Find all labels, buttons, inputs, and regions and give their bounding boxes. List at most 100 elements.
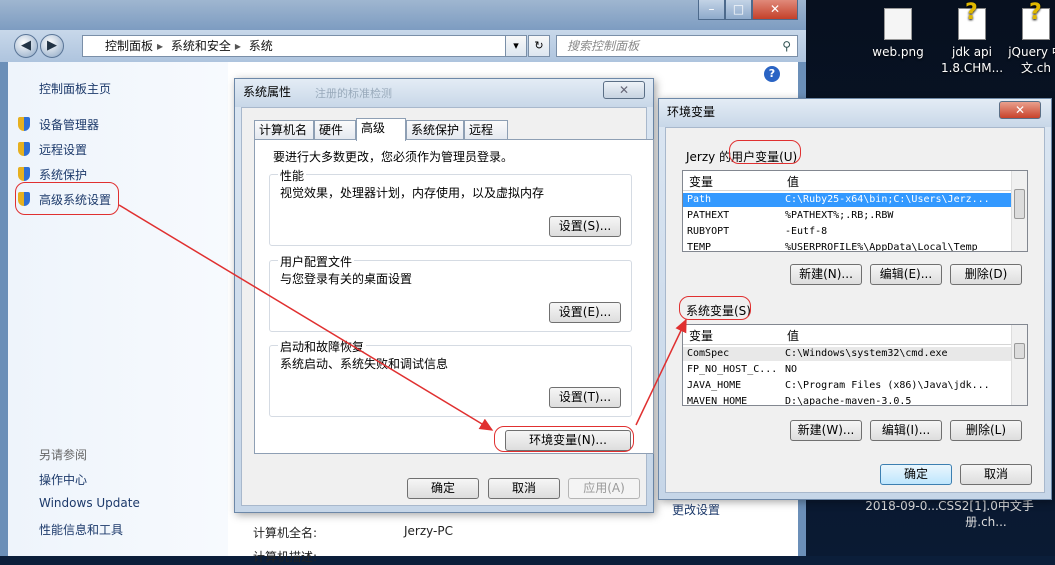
change-settings-link[interactable]: 更改设置 <box>672 501 720 518</box>
list-row[interactable]: RUBYOPT -Eutf-8 <box>683 225 1013 239</box>
user-edit-button[interactable]: 编辑(E)... <box>870 264 942 285</box>
column-header-variable[interactable]: 变量 <box>689 173 713 190</box>
uac-shield-icon <box>16 166 32 182</box>
desktop-icon-jquery-chm[interactable]: jQuery 中文.ch <box>1006 5 1055 76</box>
scroll-thumb[interactable] <box>1014 343 1025 359</box>
group-description: 系统启动、系统失败和调试信息 <box>280 357 449 371</box>
tab-hardware[interactable]: 硬件 <box>314 120 356 140</box>
env-cancel-button[interactable]: 取消 <box>960 464 1032 485</box>
chm-help-icon <box>958 5 986 40</box>
row-variable: Path <box>687 194 712 205</box>
vertical-scrollbar[interactable] <box>1011 171 1027 251</box>
address-bar[interactable]: 控制面板 ▸ 系统和安全 ▸ 系统 <box>82 35 526 57</box>
image-file-icon <box>884 8 912 40</box>
tab-system-protection[interactable]: 系统保护 <box>406 120 464 140</box>
breadcrumb-separator-icon[interactable]: ▸ <box>235 39 241 53</box>
sidebar-item-device-manager[interactable]: 设备管理器 <box>39 116 99 133</box>
computer-name-value: Jerzy-PC <box>404 524 453 538</box>
list-row[interactable]: JAVA_HOME C:\Program Files (x86)\Java\jdk… <box>683 379 1013 393</box>
breadcrumb-item[interactable]: 系统 <box>249 39 273 53</box>
group-label: 用户配置文件 <box>278 253 355 270</box>
background-text: 注册的标准检测 <box>315 87 392 100</box>
user-variables-list[interactable]: 变量 值 Path C:\Ruby25-x64\bin;C:\Users\Jerz… <box>682 170 1028 252</box>
vertical-scrollbar[interactable] <box>1011 325 1027 405</box>
search-placeholder: 搜索控制面板 <box>567 39 640 53</box>
row-variable: RUBYOPT <box>687 226 730 237</box>
help-icon[interactable]: ? <box>764 66 780 82</box>
sidebar: 控制面板主页 设备管理器 远程设置 系统保护 高级系统设置 另请参阅 操作中心 … <box>8 62 228 556</box>
breadcrumb-separator-icon[interactable]: ▸ <box>157 39 163 53</box>
apply-button[interactable]: 应用(A) <box>568 478 640 499</box>
navigation-bar: ◀ ▶ 控制面板 ▸ 系统和安全 ▸ 系统 ▾ ↻ 搜索控制面板 ⚲ <box>0 30 806 62</box>
env-ok-button[interactable]: 确定 <box>880 464 952 485</box>
see-also-windows-update[interactable]: Windows Update <box>39 496 140 510</box>
group-label: 启动和故障恢复 <box>278 338 367 355</box>
desktop-icon-web-png[interactable]: web.png <box>862 8 934 60</box>
column-header-value[interactable]: 值 <box>787 327 799 344</box>
list-row[interactable]: Path C:\Ruby25-x64\bin;C:\Users\Jerz... <box>683 193 1013 207</box>
column-header-value[interactable]: 值 <box>787 173 799 190</box>
user-profiles-group: 用户配置文件 与您登录有关的桌面设置 设置(E)... <box>269 253 632 332</box>
address-dropdown-button[interactable]: ▾ <box>505 35 527 57</box>
sidebar-item-remote-settings[interactable]: 远程设置 <box>39 141 87 158</box>
sidebar-home-link[interactable]: 控制面板主页 <box>39 80 111 97</box>
row-variable: TEMP <box>687 242 712 252</box>
computer-description-label: 计算机描述: <box>253 550 318 564</box>
back-button[interactable]: ◀ <box>14 34 38 58</box>
row-value: C:\Program Files (x86)\Java\jdk... <box>785 380 990 391</box>
performance-settings-button[interactable]: 设置(S)... <box>549 216 621 237</box>
list-row[interactable]: TEMP %USERPROFILE%\AppData\Local\Temp <box>683 241 1013 252</box>
annotation-highlight <box>679 296 751 320</box>
close-icon[interactable]: ✕ <box>999 101 1041 119</box>
minimize-button[interactable]: – <box>698 0 725 20</box>
user-new-button[interactable]: 新建(N)... <box>790 264 862 285</box>
close-icon[interactable]: ✕ <box>603 81 645 99</box>
row-variable: PATHEXT <box>687 210 730 221</box>
system-edit-button[interactable]: 编辑(I)... <box>870 420 942 441</box>
dialog-title[interactable]: 环境变量 <box>659 99 1051 127</box>
tab-computer-name[interactable]: 计算机名 <box>254 120 314 140</box>
desktop-caption[interactable]: CSS2[1].0中文手册.ch... <box>936 498 1036 530</box>
close-button[interactable]: ✕ <box>752 0 798 20</box>
scroll-thumb[interactable] <box>1014 189 1025 219</box>
sidebar-item-system-protection[interactable]: 系统保护 <box>39 166 87 183</box>
row-variable: ComSpec <box>687 348 730 359</box>
see-also-heading: 另请参阅 <box>39 448 88 462</box>
startup-recovery-settings-button[interactable]: 设置(T)... <box>549 387 621 408</box>
title-bar[interactable]: – □ ✕ <box>0 0 806 30</box>
search-icon[interactable]: ⚲ <box>782 36 791 56</box>
forward-button[interactable]: ▶ <box>40 34 64 58</box>
system-variables-list[interactable]: 变量 值 ComSpec C:\Windows\system32\cmd.exe … <box>682 324 1028 406</box>
maximize-button[interactable]: □ <box>725 0 752 20</box>
desktop-icon-jdk-chm[interactable]: jdk api 1.8.CHM... <box>936 5 1008 76</box>
list-row[interactable]: MAVEN_HOME D:\apache-maven-3.0.5 <box>683 395 1013 405</box>
search-input[interactable]: 搜索控制面板 ⚲ <box>556 35 798 57</box>
tab-advanced[interactable]: 高级 <box>356 118 406 141</box>
user-profiles-settings-button[interactable]: 设置(E)... <box>549 302 621 323</box>
performance-group: 性能 视觉效果，处理器计划，内存使用，以及虚拟内存 设置(S)... <box>269 167 632 246</box>
system-new-button[interactable]: 新建(W)... <box>790 420 862 441</box>
cancel-button[interactable]: 取消 <box>488 478 560 499</box>
list-row[interactable]: PATHEXT %PATHEXT%;.RB;.RBW <box>683 209 1013 223</box>
uac-shield-icon <box>16 116 32 132</box>
breadcrumb-item[interactable]: 系统和安全 <box>171 39 231 53</box>
column-header-variable[interactable]: 变量 <box>689 327 713 344</box>
group-description: 视觉效果，处理器计划，内存使用，以及虚拟内存 <box>280 186 545 200</box>
tab-remote[interactable]: 远程 <box>464 120 508 140</box>
user-delete-button[interactable]: 删除(D) <box>950 264 1022 285</box>
see-also-action-center[interactable]: 操作中心 <box>39 471 87 488</box>
chm-help-icon <box>1022 5 1050 40</box>
dialog-title[interactable]: 系统属性 <box>235 79 653 107</box>
row-value: NO <box>785 364 798 375</box>
row-value: %USERPROFILE%\AppData\Local\Temp <box>785 242 978 252</box>
list-row[interactable]: ComSpec C:\Windows\system32\cmd.exe <box>683 347 1013 361</box>
desktop-caption[interactable]: 2018-09-0... <box>862 498 942 514</box>
ok-button[interactable]: 确定 <box>407 478 479 499</box>
row-value: %PATHEXT%;.RB;.RBW <box>785 210 894 221</box>
row-variable: FP_NO_HOST_C... <box>687 364 778 375</box>
breadcrumb-item[interactable]: 控制面板 <box>105 39 153 53</box>
system-delete-button[interactable]: 删除(L) <box>950 420 1022 441</box>
list-row[interactable]: FP_NO_HOST_C... NO <box>683 363 1013 377</box>
see-also-performance[interactable]: 性能信息和工具 <box>39 521 123 538</box>
refresh-button[interactable]: ↻ <box>528 35 550 57</box>
